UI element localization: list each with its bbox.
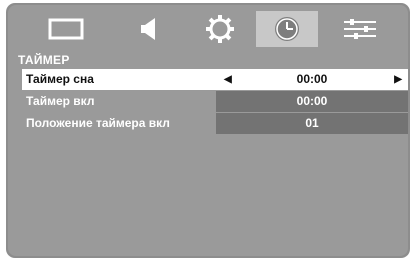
on-timer-position-label: Положение таймера вкл — [26, 116, 170, 130]
on-timer-value: 00:00 — [216, 91, 408, 112]
tab-timer[interactable] — [256, 11, 318, 47]
tab-picture[interactable] — [35, 11, 97, 47]
sliders-icon — [344, 19, 376, 39]
timer-settings-list: Таймер сна ◀ 00:00 ▶ Таймер вкл 00:00 По… — [22, 69, 408, 135]
page-title: ТАЙМЕР — [18, 53, 70, 67]
tab-sound[interactable] — [118, 11, 180, 47]
tab-options[interactable] — [329, 11, 391, 47]
on-timer-row[interactable]: Таймер вкл 00:00 — [22, 91, 408, 112]
tv-screen-icon — [48, 18, 84, 40]
arrow-left-icon[interactable]: ◀ — [224, 69, 232, 90]
gear-icon — [206, 15, 234, 43]
sleep-timer-row[interactable]: Таймер сна ◀ 00:00 ▶ — [22, 69, 408, 90]
sleep-timer-value: 00:00 — [296, 72, 328, 86]
speaker-icon — [141, 18, 155, 40]
on-timer-position-value: 01 — [216, 113, 408, 134]
menu-tab-bar — [6, 3, 410, 51]
on-timer-label: Таймер вкл — [26, 94, 95, 108]
clock-icon — [275, 17, 299, 41]
sleep-timer-label: Таймер сна — [22, 69, 216, 90]
tv-osd-frame: ТАЙМЕР Таймер сна ◀ 00:00 ▶ Таймер вкл 0… — [6, 3, 410, 258]
on-timer-position-row[interactable]: Положение таймера вкл 01 — [22, 113, 408, 134]
sleep-timer-value-field[interactable]: ◀ 00:00 ▶ — [216, 69, 408, 90]
arrow-right-icon[interactable]: ▶ — [394, 69, 402, 90]
tab-setup[interactable] — [189, 11, 251, 47]
